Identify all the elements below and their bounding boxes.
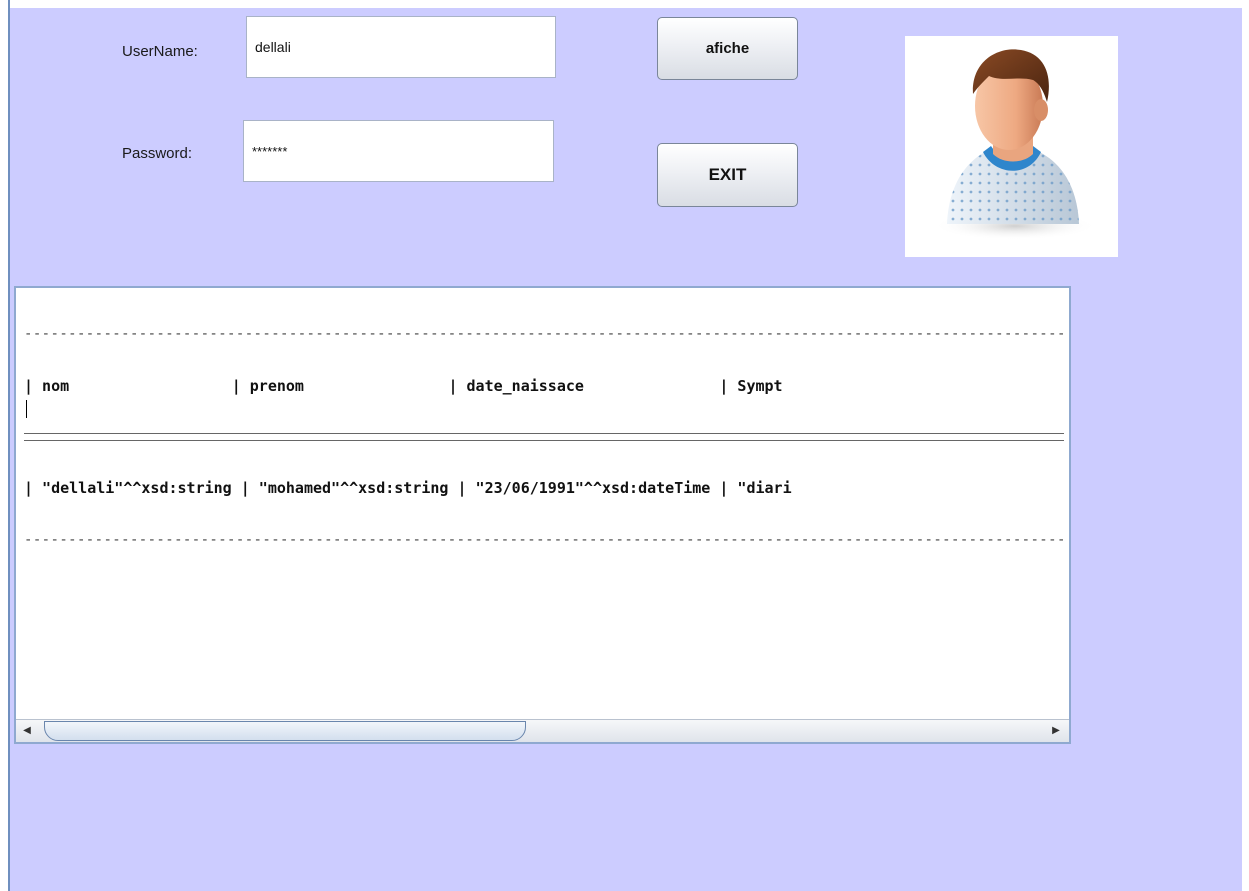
exit-button[interactable]: EXIT — [657, 143, 798, 207]
scroll-right-arrow-icon[interactable]: ▶ — [1049, 724, 1063, 738]
table-top-rule: ----------------------------------------… — [24, 326, 1064, 342]
table-header-double-rule — [24, 433, 1064, 441]
window-left-margin — [0, 0, 8, 891]
table-bottom-rule: ----------------------------------------… — [24, 532, 1064, 548]
table-header-row: | nom | prenom | date_naissace | Sympt — [24, 377, 783, 395]
username-label: UserName: — [122, 43, 198, 60]
table-row: | "dellali"^^xsd:string | "mohamed"^^xsd… — [24, 479, 792, 497]
username-input[interactable] — [246, 16, 556, 78]
patient-avatar — [905, 36, 1118, 257]
text-caret — [26, 400, 27, 418]
patient-avatar-icon — [933, 49, 1097, 240]
password-label: Password: — [122, 145, 193, 162]
result-text-area[interactable]: ----------------------------------------… — [14, 286, 1071, 744]
result-content: ----------------------------------------… — [24, 294, 1064, 714]
app-window: UserName: Password: ******* afiche EXIT — [0, 0, 1249, 891]
scrollbar-thumb[interactable] — [44, 721, 526, 741]
horizontal-scrollbar[interactable]: ◀ ▶ — [16, 719, 1069, 742]
window-top-edge — [0, 0, 1249, 8]
window-right-margin — [1242, 0, 1249, 891]
scroll-left-arrow-icon[interactable]: ◀ — [20, 724, 34, 738]
window-left-border — [8, 0, 10, 891]
password-field[interactable]: ******* — [243, 120, 554, 182]
show-button[interactable]: afiche — [657, 17, 798, 80]
